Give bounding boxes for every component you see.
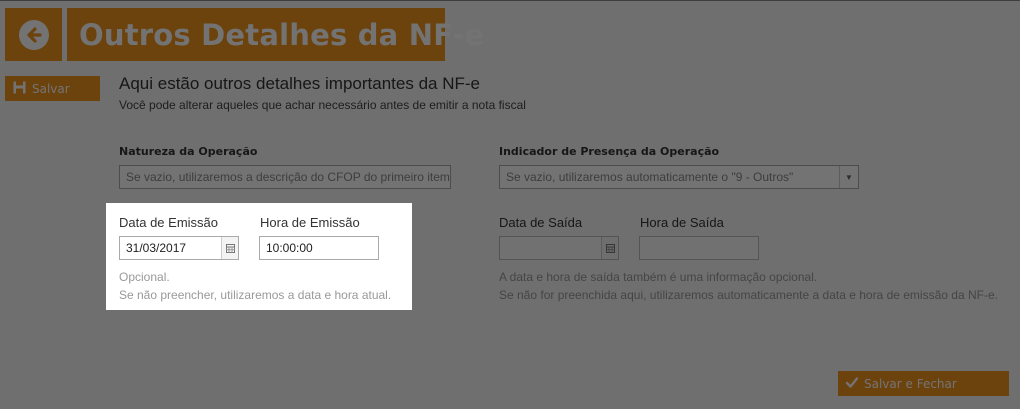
data-saida-label: Data de Saída [499,215,583,230]
section-heading: Aqui estão outros detalhes importantes d… [119,74,480,93]
hora-saida-input[interactable] [639,236,759,260]
hora-emissao-label: Hora de Emissão [260,215,360,230]
calendar-icon[interactable] [221,237,238,259]
data-saida-input[interactable] [499,236,619,260]
checkmark-icon [845,376,859,391]
natureza-input[interactable]: Se vazio, utilizaremos a descrição do CF… [119,165,451,189]
saida-help-line1: A data e hora de saída também é uma info… [499,270,818,284]
hora-saida-label: Hora de Saída [640,215,724,230]
data-emissao-label: Data de Emissão [119,215,218,230]
chevron-down-icon[interactable]: ▼ [839,166,858,188]
arrow-left-circle-icon [18,19,49,50]
floppy-disk-icon [13,81,26,97]
emissao-help-line2: Se não preencher, utilizaremos a data e … [119,288,392,302]
save-button-label: Salvar [32,81,70,96]
saida-help: A data e hora de saída também é uma info… [499,268,998,304]
presenca-select[interactable]: Se vazio, utilizaremos automaticamente o… [499,165,859,189]
emissao-help-line1: Opcional. [119,270,170,284]
natureza-placeholder: Se vazio, utilizaremos a descrição do CF… [126,170,450,184]
hora-emissao-input[interactable]: 10:00:00 [259,236,379,260]
save-and-close-label: Salvar e Fechar [864,376,957,391]
page-title: Outros Detalhes da NF-e [67,8,484,61]
data-emissao-value: 31/03/2017 [126,241,187,255]
natureza-label: Natureza da Operação [119,145,258,158]
save-button[interactable]: Salvar [5,76,100,101]
hora-emissao-value: 10:00:00 [266,241,313,255]
presenca-placeholder: Se vazio, utilizaremos automaticamente o… [506,170,794,184]
data-emissao-input[interactable]: 31/03/2017 [119,236,239,260]
section-subheading: Você pode alterar aqueles que achar nece… [119,98,526,112]
saida-help-line2: Se não for preenchida aqui, utilizaremos… [499,288,998,302]
top-border [0,0,1020,1]
back-button[interactable] [5,8,62,61]
presenca-label: Indicador de Presença da Operação [499,145,720,158]
save-and-close-button[interactable]: Salvar e Fechar [838,371,1009,396]
emissao-help: Opcional. Se não preencher, utilizaremos… [119,268,391,304]
calendar-icon[interactable] [601,237,618,259]
